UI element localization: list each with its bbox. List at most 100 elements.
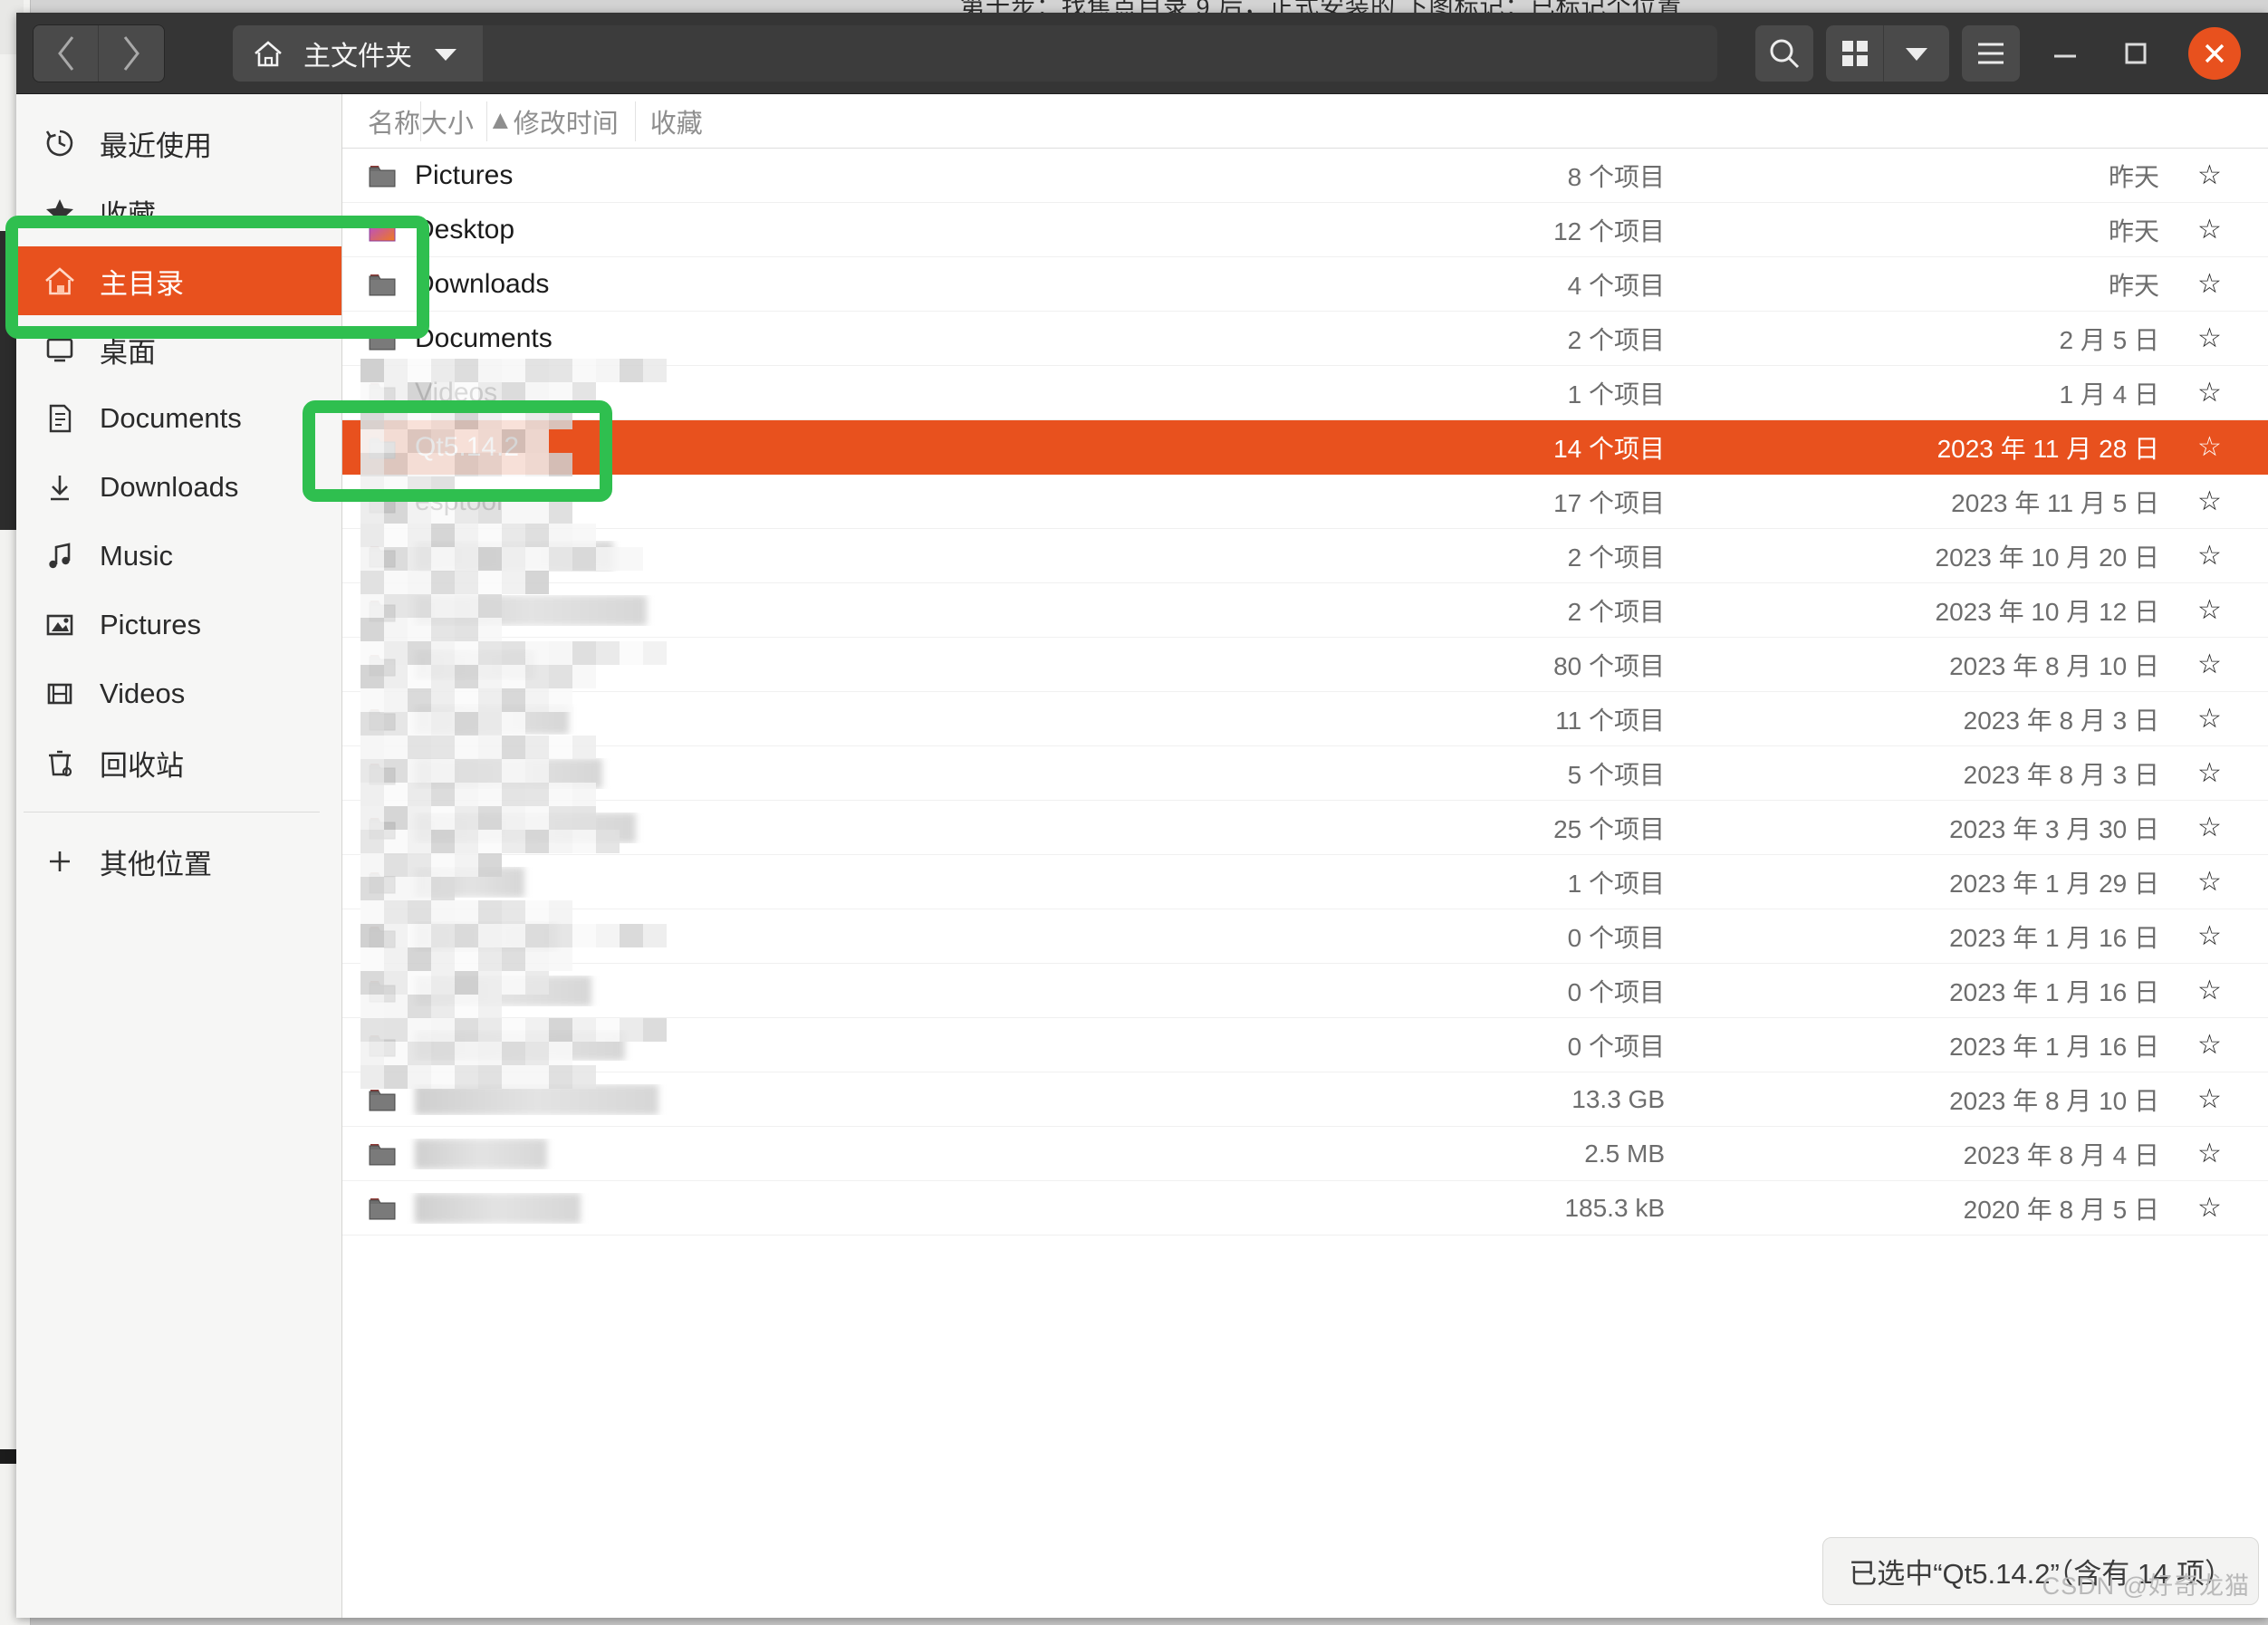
sidebar-item-music[interactable]: Music bbox=[16, 522, 341, 591]
favorite-star-icon[interactable]: ☆ bbox=[2176, 1192, 2268, 1224]
favorite-star-icon[interactable]: ☆ bbox=[2176, 159, 2268, 191]
sidebar-item-other-locations[interactable]: 其他位置 bbox=[16, 827, 341, 896]
minimize-button[interactable] bbox=[2040, 28, 2090, 79]
column-sort-indicator[interactable]: ▲ bbox=[486, 101, 514, 141]
favorite-star-icon[interactable]: ☆ bbox=[2176, 1138, 2268, 1169]
table-row[interactable]: Documents 2 个项目 2 月 5 日 ☆ bbox=[342, 312, 2268, 366]
cell-name bbox=[342, 1192, 1442, 1224]
chevron-right-icon bbox=[123, 35, 139, 71]
favorite-star-icon[interactable]: ☆ bbox=[2176, 486, 2268, 517]
cell-modified: 2023 年 1 月 16 日 bbox=[1949, 977, 2159, 1006]
cell-modified: 昨天 bbox=[2108, 216, 2159, 245]
search-button[interactable] bbox=[1755, 24, 1813, 82]
favorite-star-icon[interactable]: ☆ bbox=[2176, 322, 2268, 354]
sidebar-item-downloads[interactable]: Downloads bbox=[16, 453, 341, 522]
favorite-star-icon[interactable]: ☆ bbox=[2176, 214, 2268, 245]
table-row-selected[interactable]: Qt5.14.2 14 个项目 2023 年 11 月 28 日 ☆ bbox=[342, 420, 2268, 475]
sidebar-item-label: 最近使用 bbox=[100, 130, 212, 162]
cell-size: 2.5 MB bbox=[1584, 1139, 1665, 1168]
main-menu-button[interactable] bbox=[1962, 24, 2020, 82]
search-icon bbox=[1770, 39, 1800, 68]
table-row[interactable]: 13.3 GB 2023 年 8 月 10 日 ☆ bbox=[342, 1072, 2268, 1127]
folder-icon bbox=[369, 165, 396, 187]
favorite-star-icon[interactable]: ☆ bbox=[2176, 377, 2268, 409]
favorite-star-icon[interactable]: ☆ bbox=[2176, 757, 2268, 789]
sidebar-item-videos[interactable]: Videos bbox=[16, 659, 341, 728]
table-row[interactable]: 2.5 MB 2023 年 8 月 4 日 ☆ bbox=[342, 1127, 2268, 1181]
sidebar-item-desktop[interactable]: 桌面 bbox=[16, 315, 341, 384]
cell-name: Desktop bbox=[342, 215, 1442, 245]
table-row[interactable]: 2 个项目 2023 年 10 月 20 日 ☆ bbox=[342, 529, 2268, 583]
table-row[interactable]: Downloads 4 个项目 昨天 ☆ bbox=[342, 257, 2268, 312]
favorite-star-icon[interactable]: ☆ bbox=[2176, 431, 2268, 463]
table-row[interactable]: 5 个项目 2023 年 8 月 3 日 ☆ bbox=[342, 746, 2268, 801]
cell-name bbox=[342, 703, 1442, 735]
sidebar-item-starred[interactable]: 收藏 bbox=[16, 178, 341, 246]
table-row[interactable]: 0 个项目 2023 年 1 月 16 日 ☆ bbox=[342, 909, 2268, 964]
favorite-star-icon[interactable]: ☆ bbox=[2176, 594, 2268, 626]
table-row[interactable]: 185.3 kB 2020 年 8 月 5 日 ☆ bbox=[342, 1181, 2268, 1236]
column-header-size[interactable]: 大小 bbox=[420, 101, 486, 141]
masked-filename bbox=[415, 975, 591, 1006]
path-bar-button[interactable]: 主文件夹 bbox=[233, 24, 483, 82]
sidebar-item-documents[interactable]: Documents bbox=[16, 384, 341, 453]
sidebar-item-label: Downloads bbox=[100, 471, 239, 503]
table-row[interactable]: Pictures 8 个项目 昨天 ☆ bbox=[342, 149, 2268, 203]
minimize-icon bbox=[2054, 54, 2076, 57]
table-row[interactable]: 11 个项目 2023 年 8 月 3 日 ☆ bbox=[342, 692, 2268, 746]
cell-name: Videos bbox=[342, 378, 1442, 409]
back-button[interactable] bbox=[34, 24, 99, 82]
cell-size: 5 个项目 bbox=[1567, 760, 1665, 789]
plus-icon bbox=[43, 845, 76, 878]
sidebar-item-pictures[interactable]: Pictures bbox=[16, 591, 341, 659]
table-row[interactable]: Videos 1 个项目 1 月 4 日 ☆ bbox=[342, 366, 2268, 420]
folder-icon bbox=[369, 708, 396, 730]
favorite-star-icon[interactable]: ☆ bbox=[2176, 920, 2268, 952]
column-header-modified[interactable]: 修改时间 bbox=[514, 101, 635, 141]
table-row[interactable]: 1 个项目 2023 年 1 月 29 日 ☆ bbox=[342, 855, 2268, 909]
favorite-star-icon[interactable]: ☆ bbox=[2176, 975, 2268, 1006]
path-bar-remainder[interactable] bbox=[483, 24, 1717, 82]
masked-filename bbox=[415, 1138, 547, 1169]
cell-modified: 2023 年 8 月 3 日 bbox=[1963, 760, 2159, 789]
table-row[interactable]: 25 个项目 2023 年 3 月 30 日 ☆ bbox=[342, 801, 2268, 855]
column-header-favorite[interactable]: 收藏 bbox=[634, 101, 703, 141]
table-row[interactable]: 0 个项目 2023 年 1 月 16 日 ☆ bbox=[342, 1018, 2268, 1072]
favorite-star-icon[interactable]: ☆ bbox=[2176, 540, 2268, 572]
trash-icon bbox=[43, 746, 76, 779]
table-row[interactable]: 0 个项目 2023 年 1 月 16 日 ☆ bbox=[342, 964, 2268, 1018]
favorite-star-icon[interactable]: ☆ bbox=[2176, 812, 2268, 843]
favorite-star-icon[interactable]: ☆ bbox=[2176, 703, 2268, 735]
sidebar-item-trash[interactable]: 回收站 bbox=[16, 728, 341, 797]
column-header-name[interactable]: 名称 bbox=[342, 102, 420, 140]
forward-button[interactable] bbox=[99, 24, 164, 82]
masked-filename bbox=[415, 866, 524, 898]
cell-name bbox=[342, 1083, 1442, 1115]
table-row[interactable]: 2 个项目 2023 年 10 月 12 日 ☆ bbox=[342, 583, 2268, 638]
cell-size: 14 个项目 bbox=[1553, 434, 1665, 463]
sidebar-item-home[interactable]: 主目录 bbox=[16, 246, 341, 315]
masked-filename bbox=[415, 1192, 581, 1224]
maximize-button[interactable] bbox=[2110, 28, 2161, 79]
file-list-column-headers: 名称 大小 ▲ 修改时间 收藏 bbox=[342, 94, 2268, 149]
close-button[interactable] bbox=[2188, 26, 2241, 80]
masked-filename bbox=[415, 812, 636, 843]
film-icon bbox=[43, 678, 76, 710]
table-row[interactable]: Desktop 12 个项目 昨天 ☆ bbox=[342, 203, 2268, 257]
favorite-star-icon[interactable]: ☆ bbox=[2176, 268, 2268, 300]
cell-name bbox=[342, 594, 1442, 626]
favorite-star-icon[interactable]: ☆ bbox=[2176, 1083, 2268, 1115]
grid-view-button[interactable] bbox=[1826, 24, 1884, 82]
favorite-star-icon[interactable]: ☆ bbox=[2176, 866, 2268, 898]
view-options-dropdown-button[interactable] bbox=[1884, 24, 1949, 82]
path-label: 主文件夹 bbox=[303, 41, 412, 72]
table-row[interactable]: 80 个项目 2023 年 8 月 10 日 ☆ bbox=[342, 638, 2268, 692]
home-icon bbox=[255, 40, 282, 66]
favorite-star-icon[interactable]: ☆ bbox=[2176, 649, 2268, 680]
favorite-star-icon[interactable]: ☆ bbox=[2176, 1029, 2268, 1061]
sidebar-item-label: 桌面 bbox=[100, 336, 156, 369]
sidebar-item-recent[interactable]: 最近使用 bbox=[16, 109, 341, 178]
screenshot-root: 第十步：找焦点目录 9 后，正式安装的 下图标记：已标记个位置 bbox=[0, 0, 2268, 1625]
table-row[interactable]: esptool 17 个项目 2023 年 11 月 5 日 ☆ bbox=[342, 475, 2268, 529]
masked-filename bbox=[415, 757, 602, 789]
